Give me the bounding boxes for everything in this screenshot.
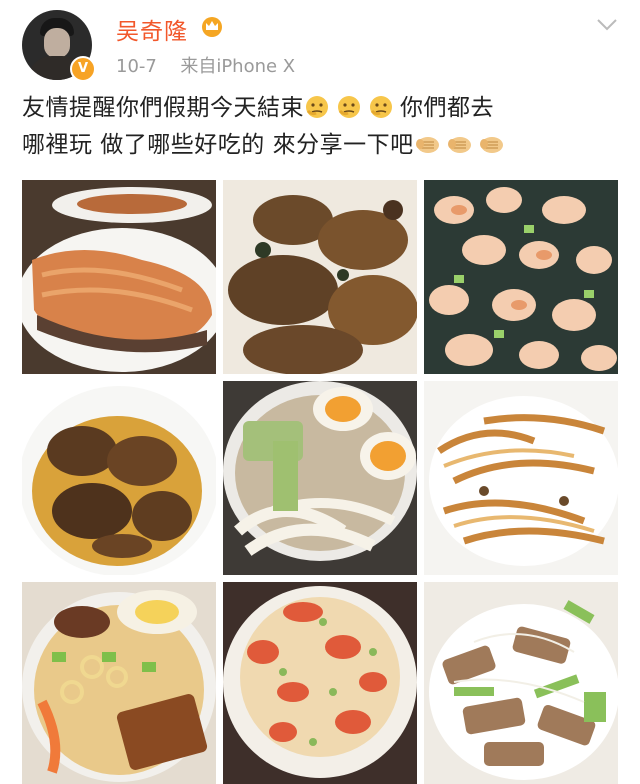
chevron-down-icon[interactable]	[596, 18, 618, 32]
fist-emoji-icon	[447, 137, 471, 153]
photo-noodle-soup-with-tofu[interactable]	[22, 582, 216, 784]
photo-braised-chicken-wings[interactable]	[223, 180, 417, 374]
thinking-face-emoji-icon	[370, 96, 392, 118]
post-meta: 10-7 来自iPhone X	[116, 52, 295, 78]
photo-grid	[22, 180, 618, 784]
post-header: V 吴奇隆 10-7 来自iPhone X	[0, 0, 640, 82]
crown-icon	[202, 17, 222, 37]
username[interactable]: 吴奇隆	[116, 12, 188, 46]
post-text: 友情提醒你們假期今天結束 你們都去 哪裡玩 做了哪些好吃的 來分享一下吧	[22, 90, 622, 164]
fist-emoji-icon	[479, 137, 503, 153]
post-text-line1: 友情提醒你們假期今天結束	[22, 95, 304, 121]
photo-salmon-steak[interactable]	[22, 180, 216, 374]
photo-braised-beef[interactable]	[22, 381, 216, 575]
post-source[interactable]: 来自iPhone X	[180, 56, 295, 77]
photo-udon-soup-with-eggs[interactable]	[223, 381, 417, 575]
post-text-line1-end: 你們都去	[400, 95, 494, 121]
thinking-face-emoji-icon	[306, 96, 328, 118]
photo-fried-noodles[interactable]	[424, 381, 618, 575]
photo-shrimp-stir-fry[interactable]	[424, 180, 618, 374]
verified-badge-icon: V	[70, 56, 96, 82]
fist-emoji-icon	[415, 137, 439, 153]
photo-tomato-egg-rice[interactable]	[223, 582, 417, 784]
thinking-face-emoji-icon	[338, 96, 360, 118]
post-date: 10-7	[116, 56, 157, 77]
post-text-line2: 哪裡玩 做了哪些好吃的 來分享一下吧	[22, 132, 414, 158]
photo-tofu-celery-stir-fry[interactable]	[424, 582, 618, 784]
